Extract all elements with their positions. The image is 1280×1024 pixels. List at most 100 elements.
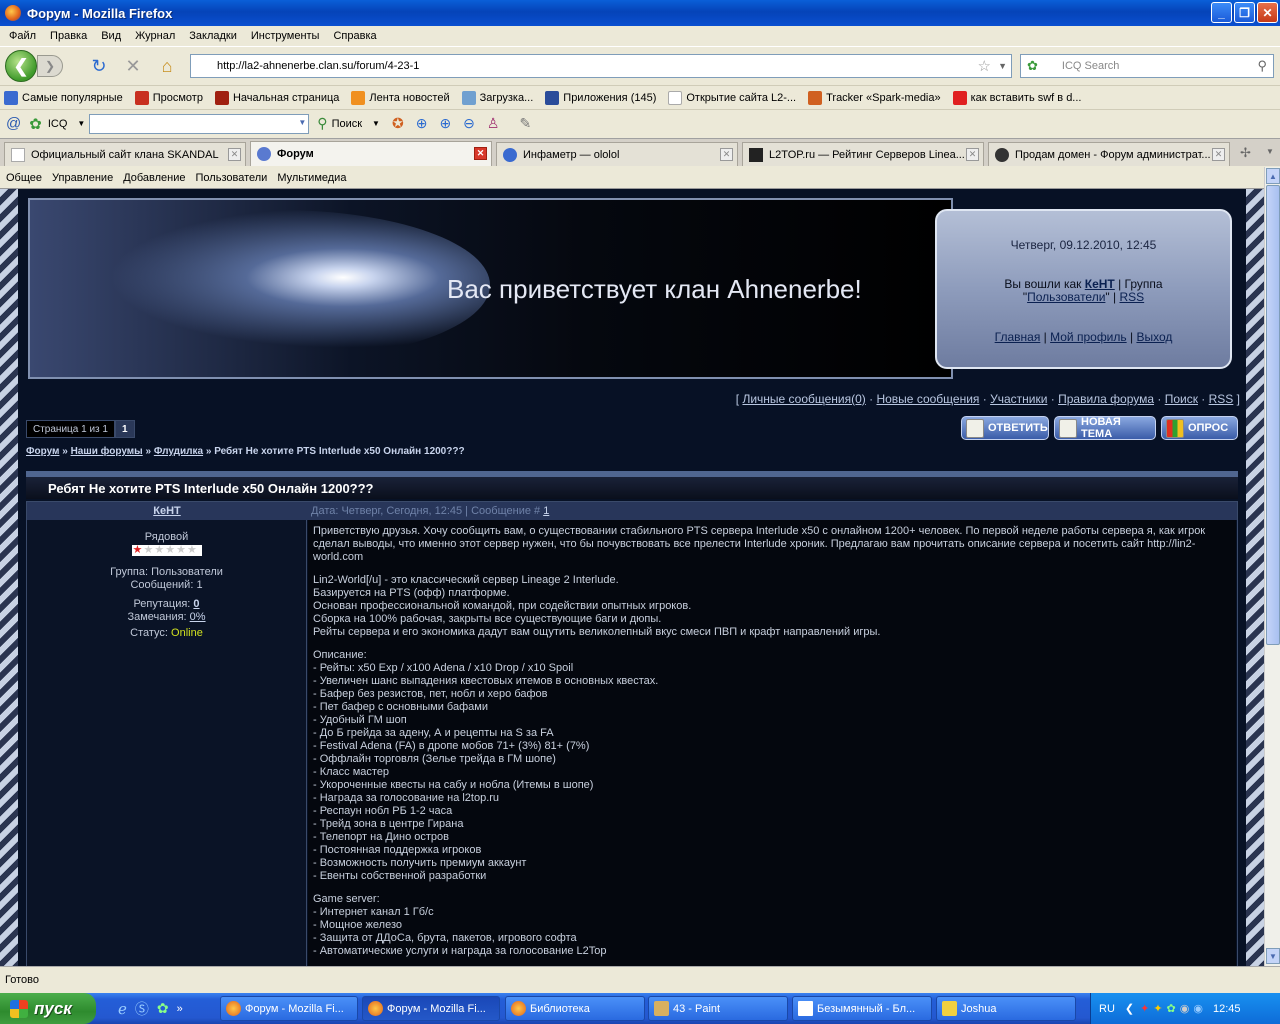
tab-forum[interactable]: Форум ✕ <box>250 141 492 166</box>
sitemenu-multimedia[interactable]: Мультимедиа <box>271 172 350 184</box>
bookmark-item[interactable]: Начальная страница <box>211 90 339 105</box>
dropdown-arrow-icon[interactable]: ▼ <box>372 119 380 128</box>
sitemenu-add[interactable]: Добавление <box>117 172 189 184</box>
quicklaunch-more-icon[interactable]: » <box>177 1003 183 1015</box>
bookmark-item[interactable]: Загрузка... <box>458 90 533 105</box>
poll-button[interactable]: ОПРОС <box>1161 416 1238 440</box>
search-icon[interactable]: ⚲ <box>317 115 327 132</box>
icq-label[interactable]: ICQ <box>48 118 68 130</box>
breadcrumb-forum[interactable]: Форум <box>26 446 59 457</box>
vertical-scrollbar[interactable]: ▲ ▼ <box>1264 167 1280 966</box>
new-topic-button[interactable]: НОВАЯ ТЕМА <box>1054 416 1156 440</box>
tray-app-icon[interactable]: ◉ <box>1193 1002 1203 1015</box>
post-number-link[interactable]: 1 <box>543 505 549 517</box>
icq-flower-icon[interactable]: ✿ <box>157 1000 169 1017</box>
window-titlebar[interactable]: Форум - Mozilla Firefox _ ❐ ✕ <box>0 0 1280 26</box>
tab-skandal[interactable]: Официальный сайт клана SKANDAL ✕ <box>4 142 246 166</box>
username-link[interactable]: КеНТ <box>1085 277 1115 291</box>
star-icon[interactable]: ☆ <box>978 57 991 75</box>
menu-tools[interactable]: Инструменты <box>244 30 327 42</box>
members-link[interactable]: Участники <box>990 392 1047 406</box>
bookmark-item[interactable]: Tracker «Spark-media» <box>804 90 941 105</box>
tray-app-icon[interactable]: ◉ <box>1180 1002 1190 1015</box>
taskbar-library[interactable]: Библиотека <box>505 996 645 1021</box>
search-input[interactable]: ICQ Search <box>1062 60 1119 72</box>
dropdown-arrow-icon[interactable]: ▼ <box>998 61 1007 71</box>
back-button[interactable]: ❮ <box>5 50 37 82</box>
search-link[interactable]: Поиск <box>1165 392 1198 406</box>
home-link[interactable]: Главная <box>995 330 1041 344</box>
forum-rules-link[interactable]: Правила форума <box>1058 392 1154 406</box>
forward-button[interactable]: ❯ <box>37 55 63 77</box>
icq-search-input[interactable]: ▼ <box>89 113 310 134</box>
tray-app-icon[interactable]: ✦ <box>1153 1002 1162 1015</box>
zoom-reset-icon[interactable]: ⊕ <box>439 115 451 132</box>
dropdown-arrow-icon[interactable]: ▼ <box>77 119 85 128</box>
user-icon[interactable]: ♙ <box>487 115 500 132</box>
tray-expand-icon[interactable]: ❮ <box>1125 1002 1134 1015</box>
tool-icon[interactable]: ✪ <box>392 115 404 132</box>
group-link[interactable]: Пользователи <box>1027 290 1105 304</box>
tab-close-icon[interactable]: ✕ <box>966 148 979 161</box>
zoom-in-icon[interactable]: ⊕ <box>416 115 428 132</box>
menu-edit[interactable]: Правка <box>43 30 94 42</box>
start-button[interactable]: пуск <box>0 993 96 1024</box>
at-icon[interactable]: @ <box>6 115 21 132</box>
zoom-out-icon[interactable]: ⊖ <box>463 115 475 132</box>
bookmark-item[interactable]: Лента новостей <box>347 90 450 105</box>
bookmark-item[interactable]: как вставить swf в d... <box>949 90 1081 105</box>
page-number[interactable]: 1 <box>114 420 135 438</box>
menu-help[interactable]: Справка <box>326 30 383 42</box>
skype-icon[interactable]: Ⓢ <box>135 999 149 1019</box>
menu-bookmarks[interactable]: Закладки <box>182 30 244 42</box>
address-bar[interactable]: http://la2-ahnenerbe.clan.su/forum/4-23-… <box>190 54 1012 78</box>
sitemenu-general[interactable]: Общее <box>0 172 46 184</box>
profile-link[interactable]: Мой профиль <box>1050 330 1127 344</box>
new-messages-link[interactable]: Новые сообщения <box>876 392 979 406</box>
menu-view[interactable]: Вид <box>94 30 128 42</box>
sitemenu-manage[interactable]: Управление <box>46 172 117 184</box>
tab-close-icon[interactable]: ✕ <box>228 148 241 161</box>
maximize-button[interactable]: ❐ <box>1234 2 1255 23</box>
magnifier-icon[interactable]: ⚲ <box>1257 58 1267 74</box>
rss-link[interactable]: RSS <box>1119 290 1144 304</box>
tab-domain[interactable]: Продам домен - Форум администрат... ✕ <box>988 142 1230 166</box>
icq-search-button[interactable]: Поиск <box>332 118 362 130</box>
reload-icon[interactable]: ↻ <box>88 55 110 77</box>
logout-link[interactable]: Выход <box>1136 330 1172 344</box>
icq-flower-icon[interactable]: ✿ <box>1027 58 1038 74</box>
scroll-down-icon[interactable]: ▼ <box>1266 948 1280 964</box>
home-icon[interactable]: ⌂ <box>156 55 178 77</box>
tray-app-icon[interactable]: ✿ <box>1167 1002 1176 1015</box>
sitemenu-users[interactable]: Пользователи <box>190 172 272 184</box>
ie-icon[interactable]: ℯ <box>118 1000 127 1018</box>
icq-flower-icon[interactable]: ✿ <box>29 115 42 133</box>
tab-close-icon[interactable]: ✕ <box>474 147 487 160</box>
rss-link[interactable]: RSS <box>1209 392 1234 406</box>
breadcrumb-flood[interactable]: Флудилка <box>154 446 203 457</box>
dropdown-arrow-icon[interactable]: ▼ <box>298 118 306 127</box>
tab-close-icon[interactable]: ✕ <box>1212 148 1225 161</box>
bookmark-item[interactable]: Самые популярные <box>0 90 123 105</box>
tab-close-icon[interactable]: ✕ <box>720 148 733 161</box>
tray-app-icon[interactable]: ✦ <box>1140 1002 1149 1015</box>
taskbar-paint[interactable]: 43 - Paint <box>648 996 788 1021</box>
menu-file[interactable]: Файл <box>2 30 43 42</box>
taskbar-firefox-2[interactable]: Форум - Mozilla Fi... <box>362 996 500 1021</box>
minimize-button[interactable]: _ <box>1211 2 1232 23</box>
menu-history[interactable]: Журнал <box>128 30 182 42</box>
taskbar-joshua[interactable]: Joshua <box>936 996 1076 1021</box>
bookmark-item[interactable]: Приложения (145) <box>541 90 656 105</box>
taskbar-notepad[interactable]: Безымянный - Бл... <box>792 996 932 1021</box>
taskbar-firefox-1[interactable]: Форум - Mozilla Fi... <box>220 996 358 1021</box>
scroll-up-icon[interactable]: ▲ <box>1266 168 1280 184</box>
tab-infametr[interactable]: Инфаметр — ololol ✕ <box>496 142 738 166</box>
new-tab-icon[interactable]: ✢ <box>1240 145 1251 161</box>
reputation-link[interactable]: 0 <box>193 598 199 610</box>
author-link[interactable]: КеНТ <box>153 505 181 517</box>
breadcrumb-our-forums[interactable]: Наши форумы <box>71 446 143 457</box>
private-messages-link[interactable]: Личные сообщения(0) <box>742 392 865 406</box>
search-bar[interactable]: ✿ ICQ Search ⚲ <box>1020 54 1274 78</box>
scroll-thumb[interactable] <box>1266 185 1280 645</box>
language-indicator[interactable]: RU <box>1099 1003 1115 1015</box>
